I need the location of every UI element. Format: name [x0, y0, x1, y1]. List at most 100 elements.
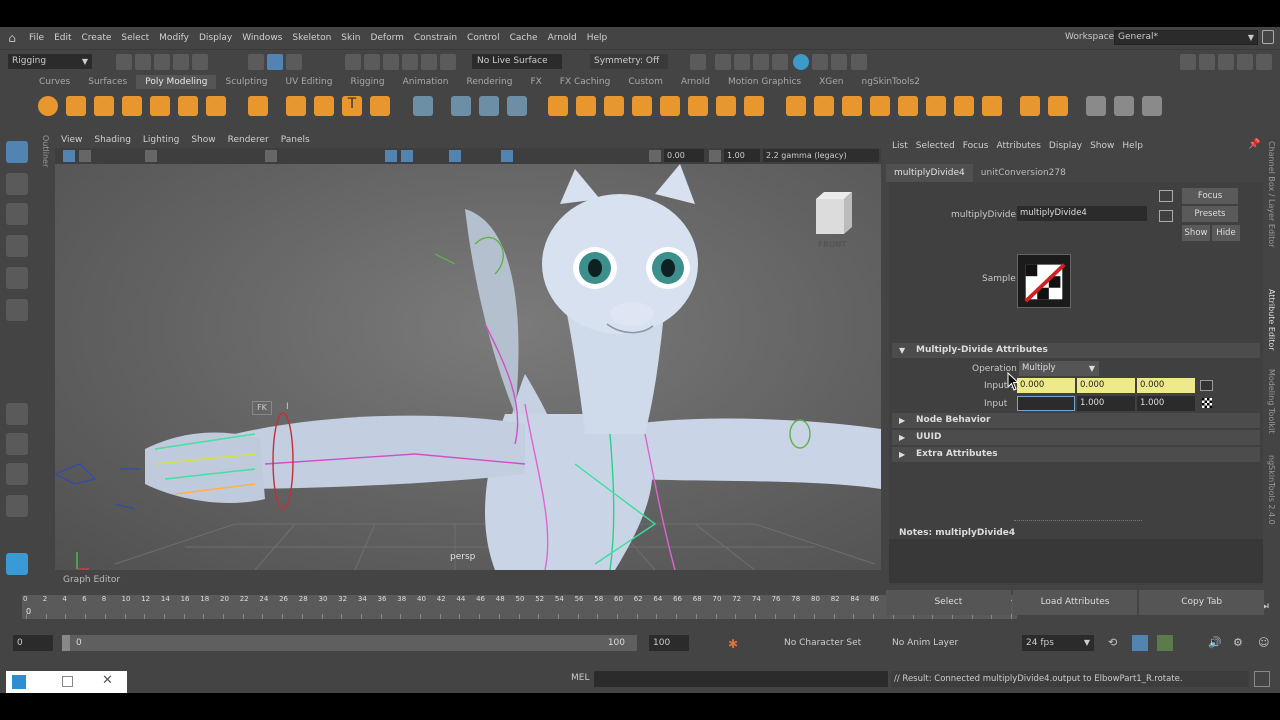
poly-cylinder-icon[interactable]	[94, 96, 114, 116]
menu-arnold[interactable]: Arnold	[543, 33, 582, 43]
multi-cut-icon[interactable]	[716, 96, 736, 116]
pause-icon[interactable]	[851, 54, 867, 70]
render-region-icon[interactable]	[831, 54, 847, 70]
ae-menu-help[interactable]: Help	[1118, 141, 1147, 151]
viewport-menu-lighting[interactable]: Lighting	[137, 135, 185, 145]
menu-create[interactable]: Create	[77, 33, 117, 43]
rig-tool-icon[interactable]	[1114, 96, 1134, 116]
animation-start-field[interactable]: 0	[13, 635, 53, 651]
shelf-tab-rendering[interactable]: Rendering	[457, 75, 521, 89]
map-button-icon[interactable]	[1200, 380, 1213, 391]
tool-settings-icon[interactable]	[1237, 54, 1253, 70]
redo-icon[interactable]	[192, 54, 208, 70]
snap-view-plane-icon[interactable]	[402, 54, 418, 70]
shelf-tab-sculpting[interactable]: Sculpting	[216, 75, 276, 89]
auto-key-icon[interactable]: ✱	[728, 637, 738, 651]
color-space-field[interactable]: 2.2 gamma (legacy)	[763, 149, 879, 162]
construction-history-icon[interactable]	[690, 54, 706, 70]
poly-sphere-icon[interactable]	[38, 96, 58, 116]
delete-history-icon[interactable]	[1020, 96, 1040, 116]
shelf-tab-arnold[interactable]: Arnold	[672, 75, 719, 89]
select-by-object-icon[interactable]	[267, 54, 283, 70]
shelf-tab-custom[interactable]: Custom	[619, 75, 671, 89]
append-polygon-icon[interactable]	[688, 96, 708, 116]
mel-input[interactable]	[594, 671, 888, 687]
notes-splitter[interactable]	[1014, 520, 1142, 521]
side-tab-modeling-toolkit[interactable]: Modeling Toolkit	[1267, 369, 1276, 433]
type-icon[interactable]: T	[342, 96, 362, 116]
workspace-select[interactable]: General* ▼	[1114, 30, 1258, 45]
shelf-tab-poly-modeling[interactable]: Poly Modeling	[136, 75, 217, 89]
select-camera-icon[interactable]	[63, 150, 75, 162]
search-icon[interactable]	[6, 531, 28, 553]
target-weld-icon[interactable]	[744, 96, 764, 116]
select-by-hierarchy-icon[interactable]	[248, 54, 264, 70]
poly-plane-icon[interactable]	[178, 96, 198, 116]
snap-surface-icon[interactable]	[440, 54, 456, 70]
mirror-icon[interactable]	[507, 96, 527, 116]
symmetry-field[interactable]: Symmetry: Off	[590, 54, 668, 69]
attribute-editor-toggle-icon[interactable]	[1218, 54, 1234, 70]
character-prefs-icon[interactable]: ☺	[1258, 636, 1269, 649]
input1-z-field[interactable]: 0.000	[1137, 378, 1195, 393]
modeling-toolkit-icon[interactable]	[1180, 54, 1196, 70]
input1-x-field[interactable]: 0.000	[1017, 378, 1075, 393]
minimized-window[interactable]: ✕	[6, 671, 127, 693]
menu-skeleton[interactable]: Skeleton	[287, 33, 336, 43]
input2-x-field[interactable]	[1017, 396, 1075, 411]
ae-menu-selected[interactable]: Selected	[912, 141, 959, 151]
arnold-render-icon[interactable]	[793, 54, 809, 70]
lock-icon[interactable]	[1262, 30, 1274, 44]
poly-cone-icon[interactable]	[122, 96, 142, 116]
maya-home-icon[interactable]	[6, 553, 28, 575]
poly-disc-icon[interactable]	[206, 96, 226, 116]
paint-select-tool-icon[interactable]	[6, 203, 28, 225]
menu-constrain[interactable]: Constrain	[409, 33, 462, 43]
uv-editor-icon[interactable]	[786, 96, 806, 116]
section-uuid[interactable]: ▶ UUID	[892, 430, 1260, 445]
section-extra-attributes[interactable]: ▶ Extra Attributes	[892, 447, 1260, 462]
move-tool-icon[interactable]	[6, 235, 28, 257]
notes-textarea[interactable]	[889, 539, 1263, 583]
cylindrical-map-icon[interactable]	[870, 96, 890, 116]
snap-grid-icon[interactable]	[345, 54, 361, 70]
platonic-solid-icon[interactable]	[248, 96, 268, 116]
live-surface-field[interactable]: No Live Surface	[472, 54, 562, 69]
smooth-shade-icon[interactable]	[401, 150, 413, 162]
outliner-layout-icon[interactable]	[6, 495, 28, 517]
menu-display[interactable]: Display	[194, 33, 237, 43]
section-multiply-divide-attributes[interactable]: ▼ Multiply-Divide Attributes	[892, 343, 1260, 358]
lasso-tool-icon[interactable]	[6, 173, 28, 195]
smooth-icon[interactable]	[479, 96, 499, 116]
mel-label[interactable]: MEL	[571, 673, 589, 683]
shelf-tab-xgen[interactable]: XGen	[810, 75, 852, 89]
skin-tool-icon[interactable]	[1142, 96, 1162, 116]
character-controls-icon[interactable]	[1199, 54, 1215, 70]
channel-box-toggle-icon[interactable]	[1256, 54, 1272, 70]
spherical-map-icon[interactable]	[898, 96, 918, 116]
snap-curve-icon[interactable]	[364, 54, 380, 70]
range-start-handle[interactable]	[62, 635, 70, 651]
rotate-tool-icon[interactable]	[6, 267, 28, 289]
menu-deform[interactable]: Deform	[365, 33, 408, 43]
output-connection-icon[interactable]	[1159, 210, 1173, 222]
svg-icon[interactable]	[370, 96, 390, 116]
key-ticks-icon[interactable]	[1157, 635, 1173, 651]
anim-layer-select[interactable]: No Anim Layer	[888, 635, 958, 651]
sew-uvs-icon[interactable]	[982, 96, 1002, 116]
shelf-tab-ngskintools2[interactable]: ngSkinTools2	[852, 75, 928, 89]
section-node-behavior[interactable]: ▶ Node Behavior	[892, 413, 1260, 428]
range-slider-bar[interactable]: 0 100	[62, 635, 637, 651]
viewport-3d[interactable]: FRONT FK I persp	[55, 164, 881, 570]
new-scene-icon[interactable]	[116, 54, 132, 70]
snap-point-icon[interactable]	[383, 54, 399, 70]
load-attributes-button[interactable]: Load Attributes	[1012, 590, 1138, 615]
menu-edit[interactable]: Edit	[49, 33, 76, 43]
menu-help[interactable]: Help	[582, 33, 613, 43]
side-tab-attribute-editor[interactable]: Attribute Editor	[1267, 289, 1276, 351]
planar-map-icon[interactable]	[814, 96, 834, 116]
menu-windows[interactable]: Windows	[237, 33, 287, 43]
shelf-tab-curves[interactable]: Curves	[30, 75, 79, 89]
ipr-render-icon[interactable]	[753, 54, 769, 70]
arnold-render-view-icon[interactable]	[812, 54, 828, 70]
